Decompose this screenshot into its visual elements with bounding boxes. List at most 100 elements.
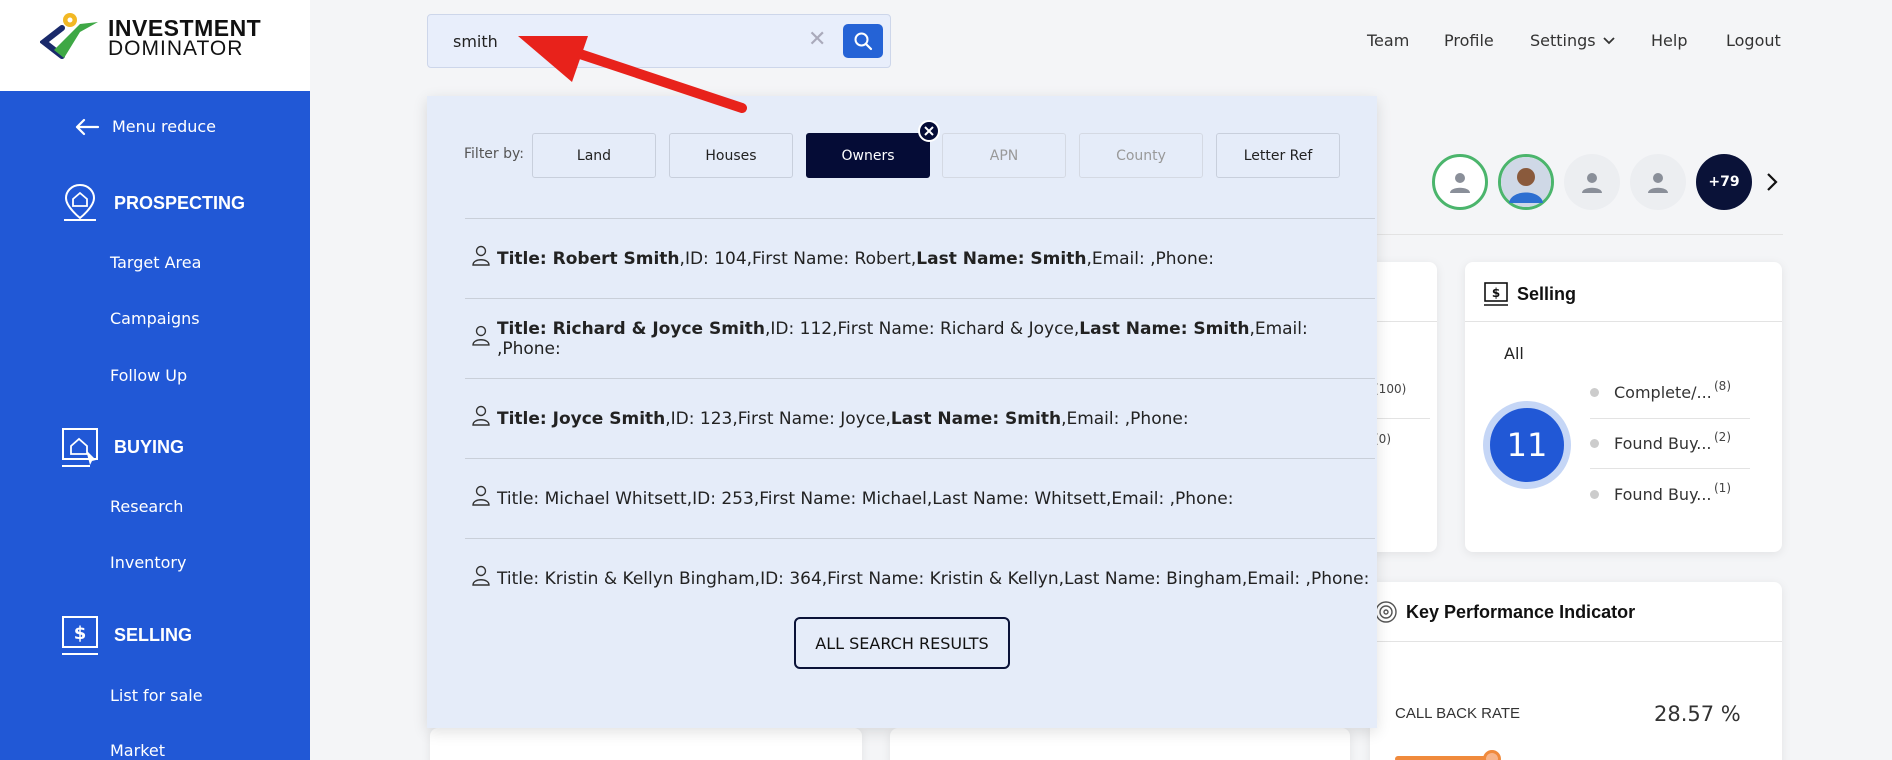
legend-count: (2) <box>1714 430 1731 444</box>
section-prospecting-title: PROSPECTING <box>114 192 246 213</box>
legend-dot <box>1590 439 1599 448</box>
result-text: Title: Michael Whitsett,ID: 253,First Na… <box>497 488 1234 509</box>
avatar[interactable] <box>1564 154 1620 210</box>
legend-item: Found Buy... (2) <box>1590 430 1755 453</box>
selling-title-text: Selling <box>1517 283 1577 304</box>
result-text: Title: Richard & Joyce Smith,ID: 112,Fir… <box>496 318 1308 359</box>
chevron-right-icon[interactable] <box>1764 172 1780 192</box>
sidebar-item-follow-up[interactable]: Follow Up <box>110 366 187 385</box>
result-text: Title: Joyce Smith,ID: 123,First Name: J… <box>497 408 1189 429</box>
more-avatars-badge[interactable]: +79 <box>1696 154 1752 210</box>
user-photo-icon <box>1501 157 1551 207</box>
kpi-metric-label: CALL BACK RATE <box>1395 705 1521 722</box>
svg-text:$: $ <box>74 623 87 644</box>
search-result-row[interactable]: Title: Michael Whitsett,ID: 253,First Na… <box>465 458 1375 538</box>
fingerprint-icon <box>1375 601 1397 623</box>
kpi-metric-value: 28.57 % <box>1654 702 1741 726</box>
user-icon <box>1450 173 1470 193</box>
search-result-row[interactable]: Title: Robert Smith,ID: 104,First Name: … <box>465 218 1375 298</box>
legend-dot <box>1590 490 1599 499</box>
avatars-divider <box>1377 234 1783 235</box>
filter-chip-apn[interactable]: APN <box>942 133 1066 178</box>
avatar[interactable] <box>1630 154 1686 210</box>
annotation-arrow-icon <box>518 36 747 113</box>
legend-label: Found Buy... <box>1614 485 1712 504</box>
sidebar-item-inventory[interactable]: Inventory <box>110 553 186 572</box>
selling-total-donut: 11 <box>1483 401 1571 489</box>
avatar-photo[interactable] <box>1498 154 1554 210</box>
logo-icon <box>40 13 98 59</box>
user-icon <box>1648 173 1668 193</box>
menu-reduce-button[interactable]: Menu reduce <box>74 117 216 136</box>
user-icon <box>1582 173 1602 193</box>
bottom-card <box>430 728 862 760</box>
nav-settings-label: Settings <box>1530 31 1596 50</box>
kpi-title-text: Key Performance Indicator <box>1406 601 1636 622</box>
close-icon <box>924 126 934 136</box>
clear-search-icon[interactable]: ✕ <box>808 27 826 52</box>
section-selling-title: SELLING <box>114 624 193 645</box>
filter-chip-land[interactable]: Land <box>532 133 656 178</box>
nav-settings-menu[interactable]: Settings <box>1530 31 1616 50</box>
person-icon <box>472 245 490 266</box>
legend-item: Found Buy... (1) <box>1590 481 1755 504</box>
legend-label: Found Buy... <box>1614 434 1712 453</box>
legend-count: (8) <box>1714 379 1731 393</box>
legend-label: Complete/... <box>1614 383 1712 402</box>
dollar-monitor-icon: $ <box>1484 282 1508 306</box>
search-result-row[interactable]: Title: Richard & Joyce Smith,ID: 112,Fir… <box>465 298 1375 378</box>
filter-chip-owners[interactable]: Owners <box>806 133 930 178</box>
legend-item: Complete/... (8) <box>1590 379 1755 402</box>
count-label: (100) <box>1374 382 1407 396</box>
nav-profile-link[interactable]: Profile <box>1444 31 1494 50</box>
kpi-progress-bar <box>1395 756 1495 760</box>
section-prospecting[interactable]: PROSPECTING <box>60 182 245 224</box>
sidebar-item-list-for-sale[interactable]: List for sale <box>110 686 203 705</box>
person-icon <box>472 485 490 506</box>
legend-dot <box>1590 388 1599 397</box>
all-search-results-button[interactable]: ALL SEARCH RESULTS <box>794 617 1010 669</box>
filter-chip-houses[interactable]: Houses <box>669 133 793 178</box>
person-icon <box>472 325 490 346</box>
search-icon <box>854 32 873 51</box>
menu-reduce-label: Menu reduce <box>112 117 217 136</box>
arrow-left-icon <box>75 118 100 135</box>
result-text: Title: Robert Smith,ID: 104,First Name: … <box>497 248 1214 269</box>
sidebar-item-target-area[interactable]: Target Area <box>110 253 201 272</box>
section-buying-title: BUYING <box>114 436 185 457</box>
logo-text-line2: DOMINATOR <box>108 37 244 60</box>
avatar[interactable] <box>1432 154 1488 210</box>
section-buying[interactable]: BUYING <box>60 426 184 468</box>
sidebar: INVESTMENT DOMINATOR Menu reduce PROSPEC… <box>0 0 310 760</box>
filter-chip-letter-ref[interactable]: Letter Ref <box>1216 133 1340 178</box>
nav-team-link[interactable]: Team <box>1367 31 1409 50</box>
bottom-card <box>890 728 1350 760</box>
search-results-dropdown: Filter by: Land Houses Owners APN County… <box>427 96 1377 728</box>
search-button[interactable] <box>843 24 883 58</box>
search-result-row[interactable]: Title: Kristin & Kellyn Bingham,ID: 364,… <box>465 538 1375 618</box>
selling-filter-all[interactable]: All <box>1504 344 1524 363</box>
legend-count: (1) <box>1714 481 1731 495</box>
prospecting-icon <box>64 183 96 221</box>
sidebar-item-campaigns[interactable]: Campaigns <box>110 309 200 328</box>
filter-chip-county[interactable]: County <box>1079 133 1203 178</box>
search-result-row[interactable]: Title: Joyce Smith,ID: 123,First Name: J… <box>465 378 1375 458</box>
kpi-progress-handle[interactable] <box>1483 750 1501 760</box>
sidebar-item-research[interactable]: Research <box>110 497 183 516</box>
person-icon <box>472 405 490 426</box>
section-selling[interactable]: $ SELLING <box>60 614 192 656</box>
selling-icon: $ <box>62 616 98 655</box>
logo[interactable]: INVESTMENT DOMINATOR <box>0 0 310 91</box>
nav-help-link[interactable]: Help <box>1651 31 1687 50</box>
person-icon <box>472 565 490 586</box>
remove-filter-close-icon[interactable] <box>918 120 940 142</box>
kpi-card-title: Key Performance Indicator <box>1374 600 1635 624</box>
kpi-card: Key Performance Indicator CALL BACK RATE… <box>1370 582 1782 760</box>
nav-logout-link[interactable]: Logout <box>1726 31 1781 50</box>
svg-text:$: $ <box>1492 286 1500 300</box>
result-text: Title: Kristin & Kellyn Bingham,ID: 364,… <box>497 568 1370 589</box>
search-input[interactable]: smith <box>453 32 498 51</box>
sidebar-item-market[interactable]: Market <box>110 741 165 760</box>
filter-by-label: Filter by: <box>464 146 524 162</box>
selling-card-title: $ Selling <box>1483 281 1576 307</box>
